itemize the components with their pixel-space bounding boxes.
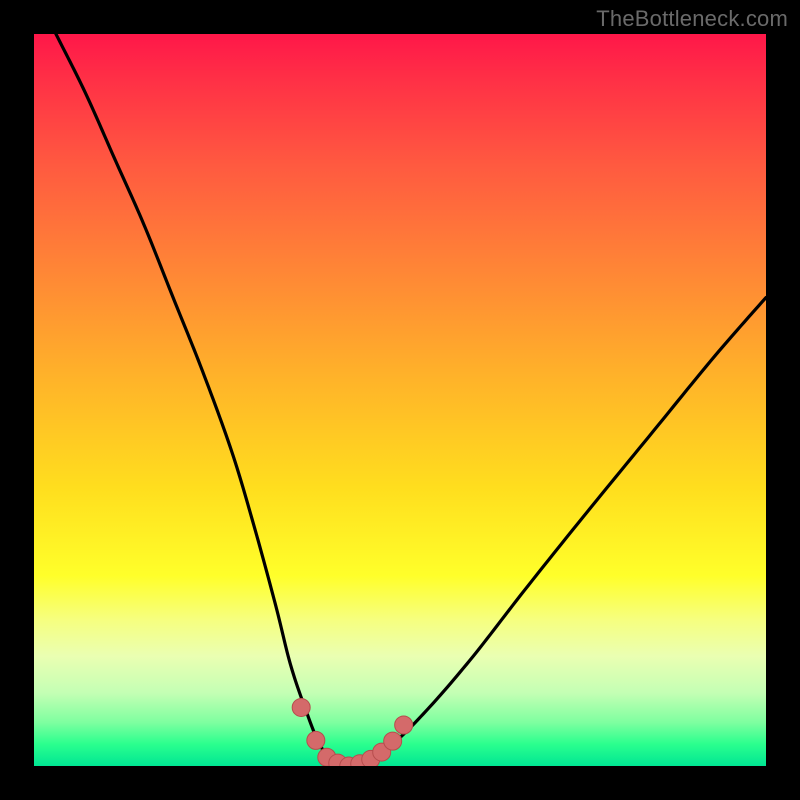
watermark-text: TheBottleneck.com [596, 6, 788, 32]
plot-area [34, 34, 766, 766]
highlight-marker [307, 731, 325, 749]
highlight-marker [292, 698, 310, 716]
outer-frame: TheBottleneck.com [0, 0, 800, 800]
highlight-markers [292, 698, 412, 766]
curve-layer [34, 34, 766, 766]
highlight-marker [384, 732, 402, 750]
highlight-marker [395, 716, 413, 734]
bottleneck-curve-path [34, 34, 766, 766]
